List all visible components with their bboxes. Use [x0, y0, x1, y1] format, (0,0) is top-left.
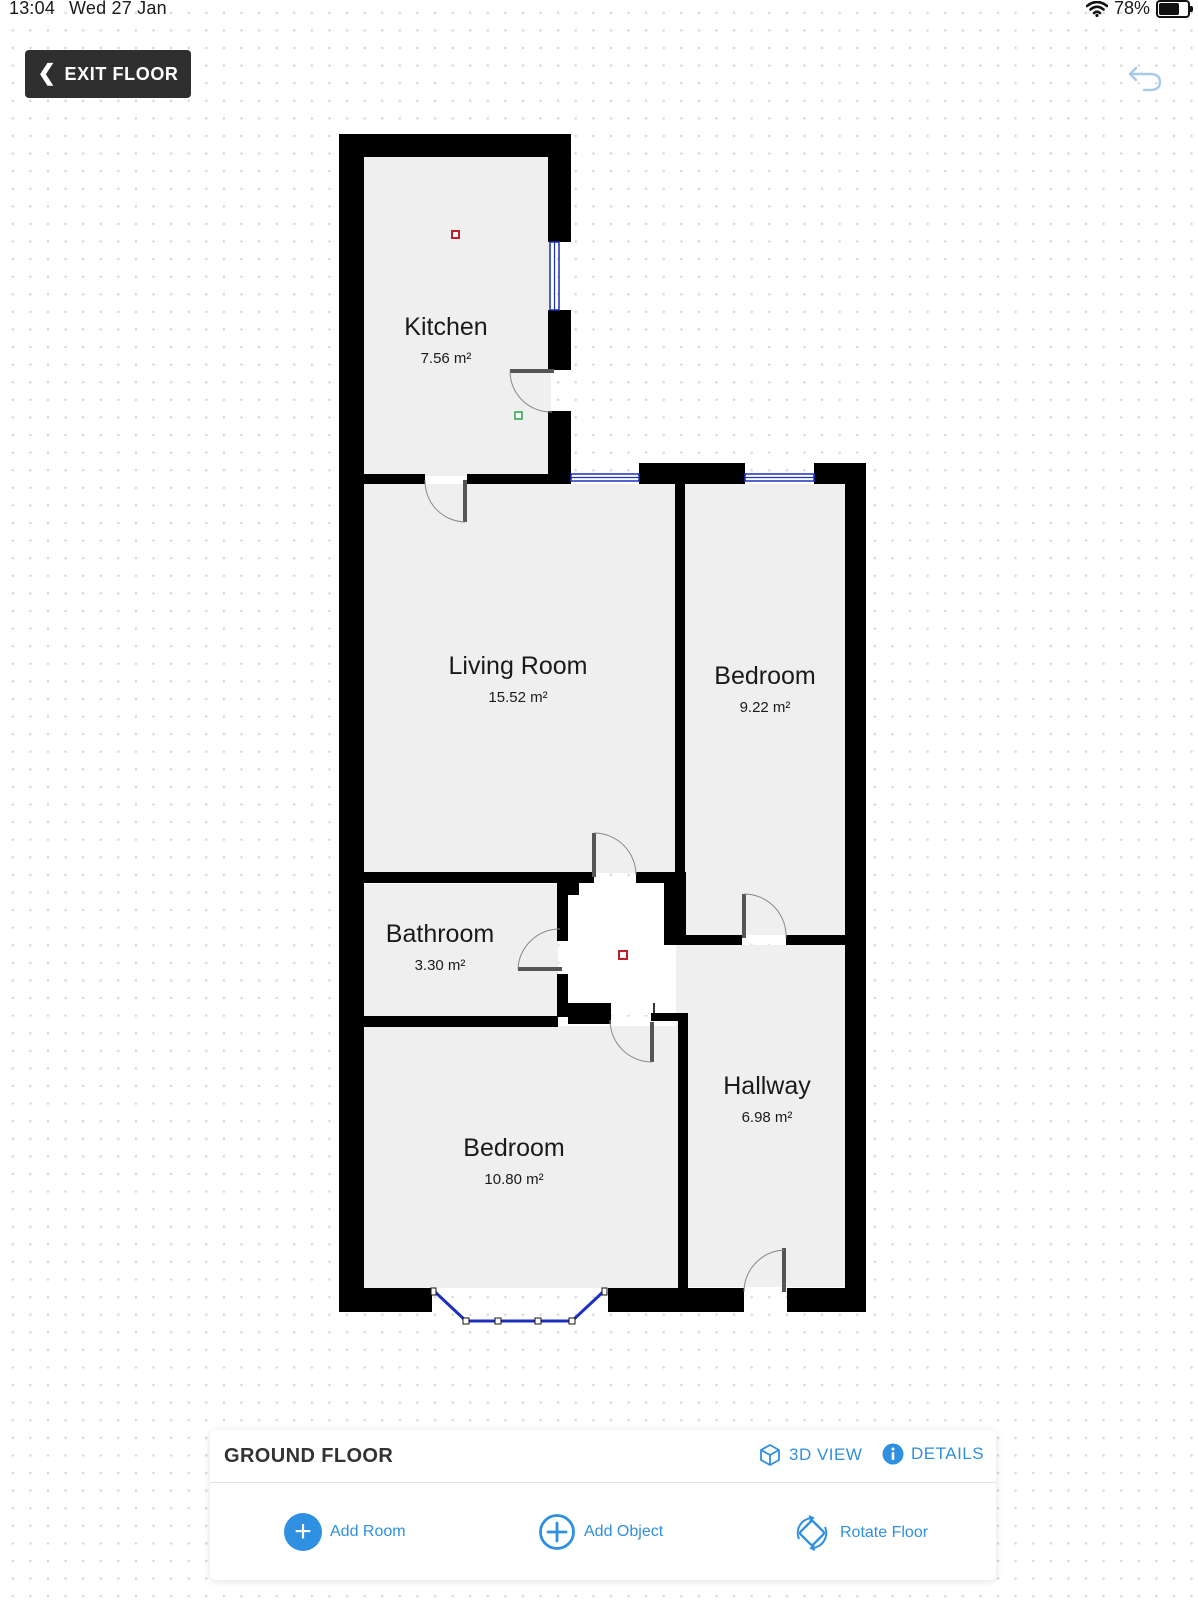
add-object-label: Add Object — [584, 1523, 664, 1540]
room-area: 3.30 m² — [414, 957, 466, 974]
floor-plan[interactable] — [0, 0, 1198, 1600]
room-name: Bathroom — [385, 920, 495, 948]
add-object-button[interactable]: Add Object — [538, 1513, 663, 1551]
room-label-living-room[interactable]: Living Room 15.52 m² — [449, 652, 588, 706]
room-label-bedroom-bottom[interactable]: Bedroom 10.80 m² — [463, 1134, 564, 1188]
room-name: Bedroom — [714, 662, 816, 690]
room-area: 10.80 m² — [484, 1171, 544, 1188]
3d-view-button[interactable]: 3D VIEW — [758, 1443, 862, 1467]
bay-window — [432, 1289, 606, 1323]
room-name: Hallway — [723, 1072, 811, 1100]
rotate-floor-label: Rotate Floor — [840, 1524, 929, 1541]
plus-circle-icon — [539, 1514, 575, 1550]
3d-view-label: 3D VIEW — [789, 1445, 863, 1464]
details-button[interactable]: DETAILS — [882, 1443, 984, 1465]
rotate-icon — [796, 1515, 828, 1551]
plus-circle-filled-icon: + — [284, 1513, 322, 1551]
info-icon — [882, 1443, 904, 1465]
details-label: DETAILS — [911, 1444, 985, 1463]
room-area: 7.56 m² — [420, 350, 472, 367]
floor-panel-header: GROUND FLOOR 3D VIEW DETAILS — [210, 1430, 996, 1483]
corridor-floor — [568, 884, 676, 1015]
room-name: Kitchen — [404, 313, 488, 341]
corridor-object — [618, 950, 628, 960]
add-room-button[interactable]: + Add Room — [284, 1513, 406, 1551]
kitchen-object — [451, 230, 460, 239]
room-label-kitchen[interactable]: Kitchen 7.56 m² — [404, 313, 487, 367]
floor-panel-actions: + Add Room Add Object Rotate Floor — [210, 1483, 996, 1581]
room-area: 15.52 m² — [488, 689, 548, 706]
room-name: Living Room — [448, 652, 588, 680]
room-label-bedroom-top[interactable]: Bedroom 9.22 m² — [714, 662, 815, 716]
room-label-hallway[interactable]: Hallway 6.98 m² — [723, 1072, 811, 1126]
room-label-bathroom[interactable]: Bathroom 3.30 m² — [386, 920, 494, 974]
add-room-label: Add Room — [330, 1523, 406, 1540]
cube-icon — [760, 1444, 780, 1466]
room-area: 6.98 m² — [741, 1109, 793, 1126]
room-area: 9.22 m² — [739, 699, 791, 716]
floor-title: GROUND FLOOR — [224, 1445, 394, 1467]
floor-panel: GROUND FLOOR 3D VIEW DETAILS + Add Room — [210, 1430, 996, 1580]
rotate-floor-button[interactable]: Rotate Floor — [792, 1513, 928, 1553]
kitchen-socket — [514, 411, 523, 420]
room-name: Bedroom — [463, 1134, 565, 1162]
